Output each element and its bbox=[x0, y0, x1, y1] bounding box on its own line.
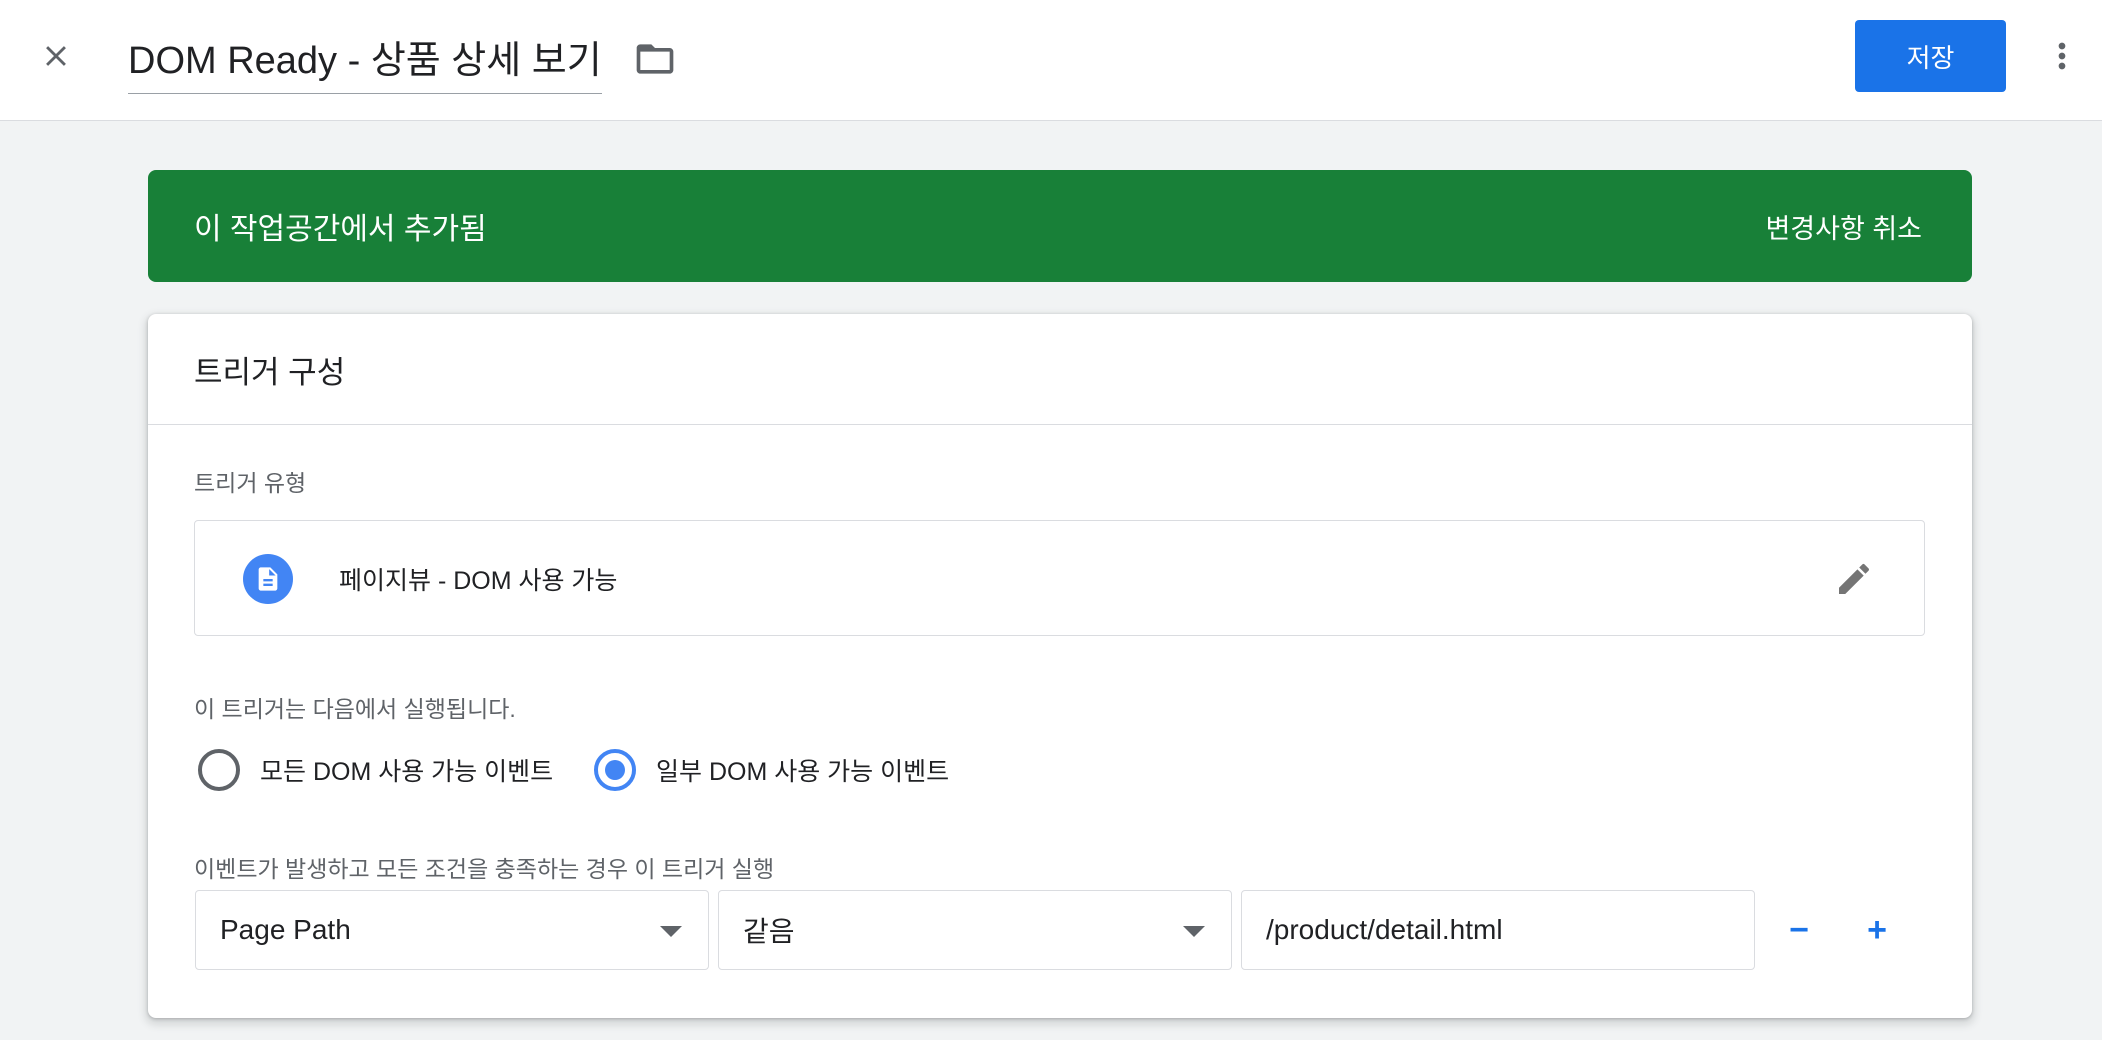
workspace-status-banner: 이 작업공간에서 추가됨 변경사항 취소 bbox=[148, 170, 1972, 282]
radio-label-all: 모든 DOM 사용 가능 이벤트 bbox=[260, 758, 554, 786]
close-button[interactable] bbox=[30, 30, 82, 82]
folder-icon bbox=[636, 44, 674, 74]
trigger-type-selector[interactable]: 페이지뷰 - DOM 사용 가능 bbox=[194, 520, 1925, 636]
chevron-down-icon bbox=[1183, 926, 1205, 937]
variable-select[interactable]: Page Path bbox=[195, 890, 709, 970]
condition-value-text[interactable]: /product/detail.html bbox=[1266, 914, 1503, 946]
save-button[interactable]: 저장 bbox=[1855, 20, 2006, 92]
condition-value-input[interactable]: /product/detail.html bbox=[1241, 890, 1755, 970]
condition-label: 이벤트가 발생하고 모든 조건을 충족하는 경우 이 트리거 실행 bbox=[194, 856, 775, 882]
more-vert-icon bbox=[2058, 42, 2066, 70]
operator-select[interactable]: 같음 bbox=[718, 890, 1232, 970]
trigger-name-field[interactable]: DOM Ready - 상품 상세 보기 bbox=[128, 28, 602, 94]
more-options-button[interactable] bbox=[2040, 30, 2084, 82]
remove-condition-button[interactable]: − bbox=[1775, 906, 1823, 954]
discard-changes-button[interactable]: 변경사항 취소 bbox=[1765, 170, 1922, 282]
fires-on-label: 이 트리거는 다음에서 실행됩니다. bbox=[194, 696, 516, 722]
top-app-bar: DOM Ready - 상품 상세 보기 저장 bbox=[0, 0, 2102, 121]
radio-button-checked[interactable] bbox=[594, 749, 636, 791]
add-condition-button[interactable]: + bbox=[1853, 906, 1901, 954]
trigger-configuration-card: 트리거 구성 트리거 유형 페이지뷰 - DOM 사용 가능 이 트리거는 다음… bbox=[148, 314, 1972, 1018]
document-icon bbox=[243, 554, 293, 604]
radio-selected-dot bbox=[605, 760, 625, 780]
trigger-type-name: 페이지뷰 - DOM 사용 가능 bbox=[339, 567, 618, 595]
close-icon bbox=[46, 46, 66, 66]
radio-button-unchecked[interactable] bbox=[198, 749, 240, 791]
folder-button[interactable] bbox=[630, 34, 680, 84]
banner-message: 이 작업공간에서 추가됨 bbox=[194, 213, 487, 246]
operator-select-value: 같음 bbox=[743, 916, 795, 947]
edit-icon[interactable] bbox=[1832, 557, 1876, 601]
radio-label-some: 일부 DOM 사용 가능 이벤트 bbox=[656, 758, 950, 786]
chevron-down-icon bbox=[660, 926, 682, 937]
radio-all-dom-ready-events[interactable]: 모든 DOM 사용 가능 이벤트 bbox=[198, 744, 553, 796]
radio-some-dom-ready-events[interactable]: 일부 DOM 사용 가능 이벤트 bbox=[594, 744, 949, 796]
trigger-type-label: 트리거 유형 bbox=[194, 470, 307, 496]
document-glyph bbox=[258, 567, 278, 591]
page-title[interactable]: DOM Ready - 상품 상세 보기 bbox=[128, 42, 602, 80]
card-title: 트리거 구성 bbox=[148, 314, 1972, 425]
variable-select-value: Page Path bbox=[220, 914, 351, 945]
